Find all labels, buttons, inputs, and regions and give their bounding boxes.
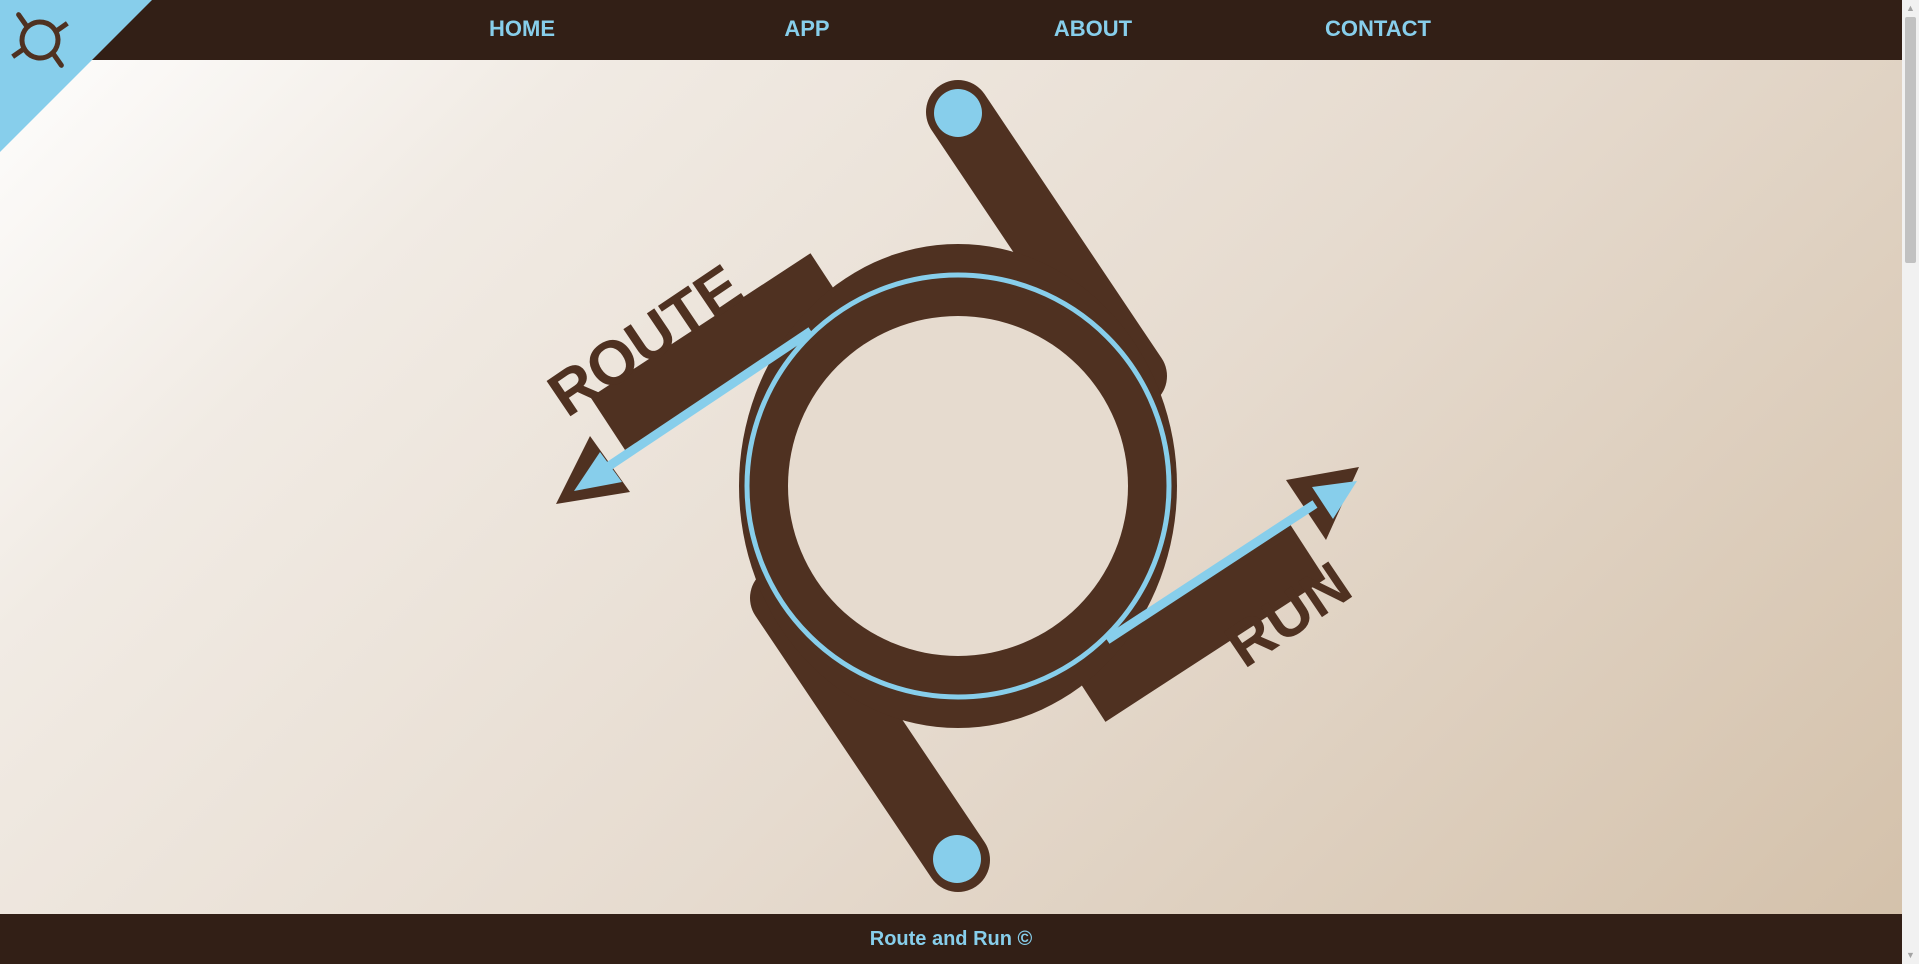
vertical-scrollbar[interactable]: ▲ ▼ — [1902, 0, 1919, 964]
home-logo-link[interactable] — [0, 0, 152, 152]
scroll-down-arrow-icon[interactable]: ▼ — [1902, 947, 1919, 964]
route-and-run-hero-logo: ROUTE RUN — [536, 80, 1364, 892]
logo-inner-hole — [788, 316, 1128, 656]
logo-corner-triangle — [0, 0, 152, 152]
footer-copyright: Route and Run © — [869, 928, 1033, 950]
hero-section: ROUTE RUN — [0, 60, 1902, 914]
top-dot-icon — [934, 89, 982, 137]
scrollbar-thumb[interactable] — [1905, 17, 1916, 263]
bottom-dot-icon — [933, 835, 981, 883]
top-navbar: HOME APP ABOUT CONTACT — [0, 0, 1902, 60]
page-footer: Route and Run © — [0, 914, 1902, 964]
nav-about-link[interactable]: ABOUT — [1054, 0, 1132, 60]
nav-contact-link[interactable]: CONTACT — [1325, 0, 1431, 60]
nav-app-link[interactable]: APP — [784, 0, 829, 60]
scroll-up-arrow-icon[interactable]: ▲ — [1902, 0, 1919, 17]
nav-home-link[interactable]: HOME — [489, 0, 555, 60]
